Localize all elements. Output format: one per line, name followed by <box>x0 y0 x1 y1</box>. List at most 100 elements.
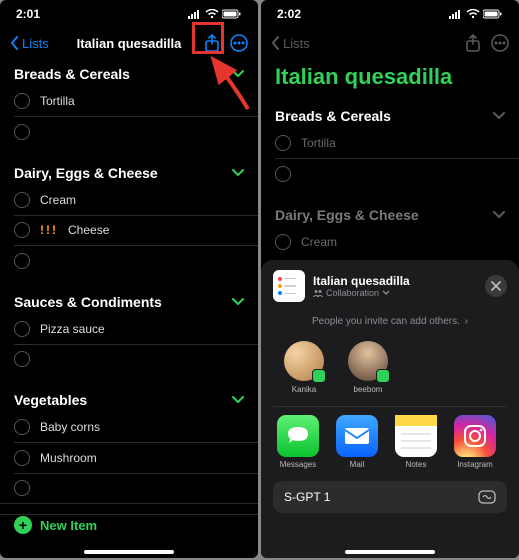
radio-icon[interactable] <box>14 124 30 140</box>
share-app-notes[interactable]: Notes <box>393 415 439 469</box>
section-header-breads[interactable]: Breads & Cereals <box>261 100 519 128</box>
battery-icon <box>483 9 503 19</box>
back-button[interactable]: Lists <box>10 36 49 51</box>
instagram-app-icon <box>462 423 488 449</box>
avatar <box>284 341 324 381</box>
radio-icon[interactable] <box>14 480 30 496</box>
share-app-instagram[interactable]: Instagram <box>452 415 498 469</box>
status-time: 2:01 <box>16 7 40 21</box>
back-label: Lists <box>283 36 310 51</box>
list-item-empty[interactable] <box>0 344 258 374</box>
share-action[interactable]: S-GPT 1 <box>273 481 507 513</box>
chevron-down-icon <box>232 396 244 404</box>
app-label: Mail <box>350 460 365 469</box>
chevron-down-icon <box>493 211 505 219</box>
section-header-breads[interactable]: Breads & Cereals <box>0 58 258 86</box>
section-title: Breads & Cereals <box>14 66 130 82</box>
list-item-empty[interactable] <box>0 473 258 503</box>
share-icon <box>465 34 481 52</box>
status-indicators <box>449 9 503 19</box>
list-item[interactable]: Tortilla <box>0 86 258 116</box>
share-sheet: Italian quesadilla Collaboration People … <box>261 260 519 558</box>
share-contact[interactable]: beebom <box>343 341 393 394</box>
home-indicator[interactable] <box>84 550 174 554</box>
list-item-empty[interactable] <box>0 246 258 276</box>
section-title: Breads & Cereals <box>275 108 391 124</box>
app-label: Messages <box>280 460 316 469</box>
radio-icon[interactable] <box>14 419 30 435</box>
list-item[interactable]: Cream <box>0 185 258 215</box>
section-header-dairy[interactable]: Dairy, Eggs & Cheese <box>0 157 258 185</box>
list-item-empty[interactable] <box>0 117 258 147</box>
chevron-left-icon <box>10 36 20 50</box>
radio-icon[interactable] <box>14 450 30 466</box>
item-label: Tortilla <box>40 94 75 108</box>
share-app-messages[interactable]: Messages <box>275 415 321 469</box>
section-header-dairy: Dairy, Eggs & Cheese <box>261 199 519 227</box>
plus-circle-icon: + <box>14 516 32 534</box>
priority-indicator: !!! <box>40 223 58 237</box>
section-header-sauces[interactable]: Sauces & Condiments <box>0 286 258 314</box>
add-item-label: New Item <box>40 518 97 533</box>
close-button[interactable] <box>485 275 507 297</box>
radio-icon[interactable] <box>14 351 30 367</box>
add-item-button[interactable]: + New Item <box>0 506 111 544</box>
item-label: Cream <box>40 193 76 207</box>
notes-app-icon <box>395 415 437 457</box>
status-bar: 2:01 <box>0 0 258 28</box>
home-indicator[interactable] <box>345 550 435 554</box>
radio-icon[interactable] <box>14 192 30 208</box>
list-thumbnail-icon <box>273 270 305 302</box>
contact-label: beebom <box>354 385 383 394</box>
radio-icon[interactable] <box>14 222 30 238</box>
share-header: Italian quesadilla Collaboration <box>273 270 507 302</box>
list-item[interactable]: Pizza sauce <box>0 314 258 344</box>
section-title: Dairy, Eggs & Cheese <box>14 165 158 181</box>
contact-label: Kanika <box>292 385 316 394</box>
wifi-icon <box>466 9 480 19</box>
more-button[interactable] <box>230 34 248 52</box>
close-icon <box>491 281 501 291</box>
signal-icon <box>188 9 202 19</box>
item-label: Cheese <box>68 223 109 237</box>
ellipsis-circle-icon <box>230 34 248 52</box>
status-indicators <box>188 9 242 19</box>
share-app-mail[interactable]: Mail <box>334 415 380 469</box>
chevron-down-icon <box>382 290 390 296</box>
share-button <box>465 34 481 52</box>
item-label: Tortilla <box>301 136 336 150</box>
list-item: Cream <box>261 227 519 257</box>
page-title: Italian quesadilla <box>261 58 519 100</box>
chevron-down-icon <box>232 70 244 78</box>
share-icon <box>204 34 220 52</box>
signal-icon <box>449 9 463 19</box>
share-button[interactable] <box>204 34 220 52</box>
list-item[interactable]: !!! Cheese <box>0 215 258 245</box>
radio-icon[interactable] <box>14 321 30 337</box>
status-bar: 2:02 <box>261 0 519 28</box>
radio-icon[interactable] <box>14 253 30 269</box>
list-item[interactable]: Baby corns <box>0 412 258 442</box>
radio-icon <box>275 135 291 151</box>
messages-badge-icon <box>312 369 326 383</box>
people-icon <box>313 289 323 297</box>
app-label: Instagram <box>457 460 493 469</box>
list-item[interactable]: Mushroom <box>0 443 258 473</box>
share-info[interactable]: People you invite can add others. › <box>273 302 507 337</box>
chevron-left-icon <box>271 36 281 50</box>
mail-app-icon <box>343 426 371 446</box>
ellipsis-circle-icon <box>491 34 509 52</box>
share-contact[interactable]: Kanika <box>279 341 329 394</box>
nav-bar: Lists <box>261 28 519 58</box>
avatar <box>348 341 388 381</box>
status-time: 2:02 <box>277 7 301 21</box>
chevron-down-icon <box>232 298 244 306</box>
app-label: Notes <box>406 460 427 469</box>
action-label: S-GPT 1 <box>284 490 330 504</box>
messages-badge-icon <box>376 369 390 383</box>
radio-icon[interactable] <box>14 93 30 109</box>
item-label: Baby corns <box>40 420 100 434</box>
section-header-vegetables[interactable]: Vegetables <box>0 384 258 412</box>
share-mode[interactable]: Collaboration <box>313 288 410 298</box>
shortcut-icon <box>478 490 496 504</box>
